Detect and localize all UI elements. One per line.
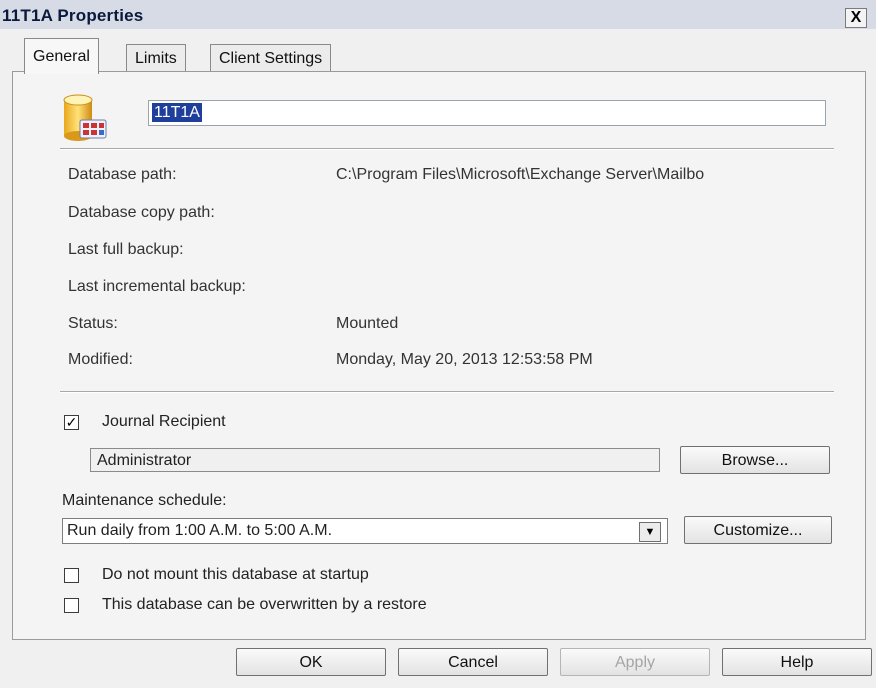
- dropdown-arrow-icon[interactable]: ▼: [639, 522, 661, 542]
- maintenance-schedule-dropdown[interactable]: Run daily from 1:00 A.M. to 5:00 A.M. ▼: [62, 518, 668, 544]
- maintenance-schedule-value: Run daily from 1:00 A.M. to 5:00 A.M.: [67, 522, 333, 539]
- do-not-mount-checkbox[interactable]: [64, 568, 79, 583]
- journal-recipient-checkbox[interactable]: ✓: [64, 415, 79, 430]
- overwrite-by-restore-label: This database can be overwritten by a re…: [102, 596, 427, 613]
- apply-button[interactable]: Apply: [560, 648, 710, 676]
- properties-window: 11T1A Properties X General Limits Client…: [0, 0, 878, 688]
- journal-recipient-label: Journal Recipient: [102, 413, 226, 430]
- status-value: Mounted: [336, 315, 399, 332]
- close-icon: X: [850, 9, 862, 26]
- window-title: 11T1A Properties: [2, 6, 144, 25]
- do-not-mount-label: Do not mount this database at startup: [102, 566, 369, 583]
- modified-label: Modified:: [68, 351, 133, 368]
- database-path-value: C:\Program Files\Microsoft\Exchange Serv…: [336, 166, 705, 183]
- database-icon: [63, 94, 107, 141]
- separator-top: [60, 148, 834, 150]
- help-button[interactable]: Help: [722, 648, 872, 676]
- tab-client-settings[interactable]: Client Settings: [210, 44, 332, 73]
- last-incremental-backup-label: Last incremental backup:: [68, 278, 246, 295]
- journal-recipient-field[interactable]: Administrator: [90, 448, 660, 472]
- status-label: Status:: [68, 315, 118, 332]
- overwrite-by-restore-checkbox[interactable]: [64, 598, 79, 613]
- tab-limits[interactable]: Limits: [126, 44, 186, 73]
- last-full-backup-label: Last full backup:: [68, 241, 184, 258]
- close-button[interactable]: X: [845, 8, 867, 28]
- title-bar[interactable]: 11T1A Properties X: [0, 0, 876, 29]
- ok-button[interactable]: OK: [236, 648, 386, 676]
- database-copy-path-label: Database copy path:: [68, 204, 215, 221]
- tab-general[interactable]: General: [24, 38, 99, 74]
- customize-button[interactable]: Customize...: [684, 516, 832, 544]
- modified-value: Monday, May 20, 2013 12:53:58 PM: [336, 351, 593, 368]
- tab-strip: General Limits Client Settings: [0, 38, 876, 74]
- database-name-selected-text: 11T1A: [152, 103, 202, 122]
- cancel-button[interactable]: Cancel: [398, 648, 548, 676]
- separator-middle: [60, 391, 834, 393]
- browse-button[interactable]: Browse...: [680, 446, 830, 474]
- maintenance-schedule-label: Maintenance schedule:: [62, 492, 227, 509]
- checkmark-icon: ✓: [65, 414, 78, 430]
- database-name-input[interactable]: 11T1A: [148, 100, 826, 126]
- database-path-label: Database path:: [68, 166, 177, 183]
